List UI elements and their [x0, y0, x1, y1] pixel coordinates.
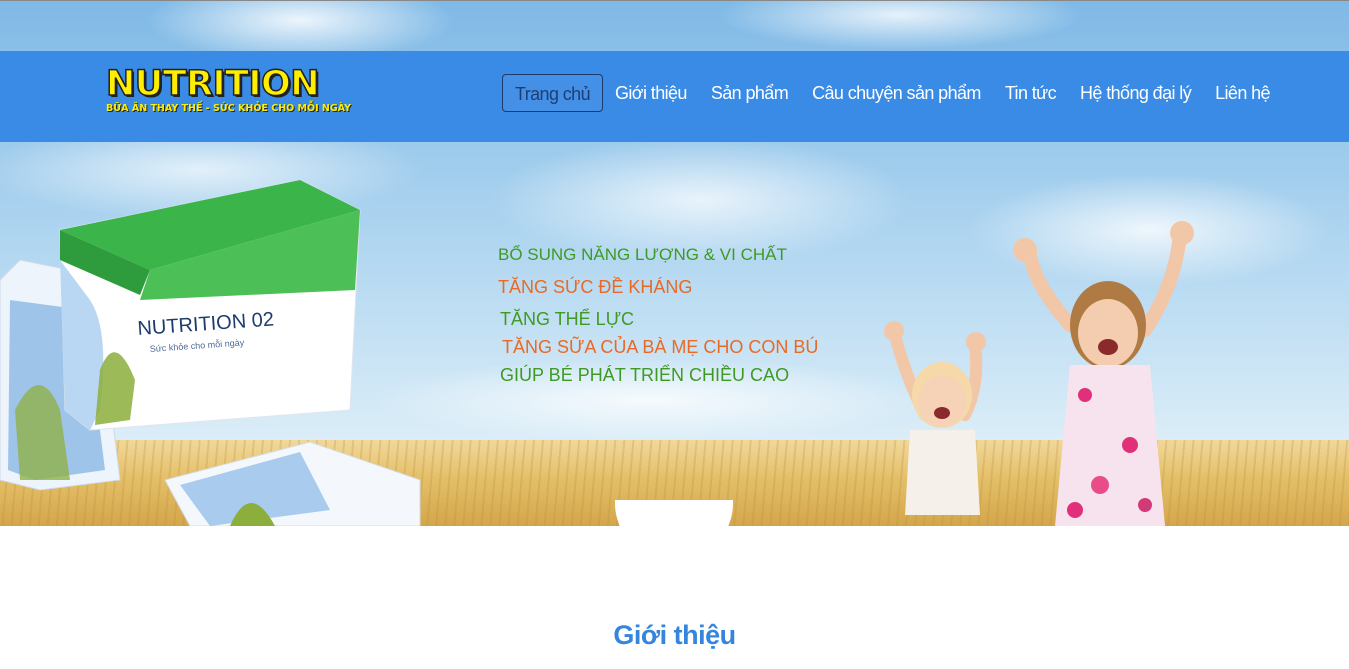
tagline-energy: BỔ SUNG NĂNG LƯỢNG & VI CHẤT — [498, 245, 787, 264]
boy-figure — [884, 321, 986, 515]
product-image: NUTRITION 02 Sức khỏe cho mỗi ngày — [0, 180, 421, 526]
nav-item-news[interactable]: Tin tức — [993, 74, 1068, 112]
chevron-left-icon[interactable]: ‹ — [639, 508, 670, 539]
slider-controls-tab — [615, 500, 733, 562]
girl-figure — [1013, 221, 1194, 526]
tagline-immunity: TĂNG SỨC ĐỀ KHÁNG — [498, 277, 693, 297]
nav-item-about[interactable]: Giới thiệu — [603, 74, 699, 112]
tagline-strength: TĂNG THỂ LỰC — [500, 309, 635, 329]
site-logo[interactable]: NUTRITION BỮA ĂN THAY THẾ - SỨC KHỎE CHO… — [105, 64, 351, 122]
children-photo — [884, 221, 1194, 526]
sachet-bottom — [164, 441, 421, 526]
logo-title: NUTRITION — [105, 64, 320, 104]
tagline-height: GIÚP BÉ PHÁT TRIỂN CHIỀU CAO — [500, 365, 790, 385]
section-title-about: Giới thiệu — [613, 620, 736, 650]
top-border — [0, 0, 1349, 1]
product-box: NUTRITION 02 Sức khỏe cho mỗi ngày — [59, 180, 361, 431]
nav-item-products[interactable]: Sản phẩm — [699, 74, 800, 112]
chevron-right-icon[interactable]: › — [677, 508, 708, 539]
nav-item-agents[interactable]: Hệ thống đại lý — [1068, 74, 1203, 112]
logo-subtitle: BỮA ĂN THAY THẾ - SỨC KHỎE CHO MỖI NGÀY — [106, 103, 351, 114]
main-nav: Trang chủ Giới thiệu Sản phẩm Câu chuyện… — [502, 74, 1282, 112]
site-header: NUTRITION BỮA ĂN THAY THẾ - SỨC KHỎE CHO… — [0, 51, 1349, 142]
nav-item-contact[interactable]: Liên hệ — [1203, 74, 1282, 112]
nav-item-home[interactable]: Trang chủ — [502, 74, 603, 112]
nav-item-product-stories[interactable]: Câu chuyện sản phẩm — [800, 74, 993, 112]
tagline-breastmilk: TĂNG SỮA CỦA BÀ MẸ CHO CON BÚ — [502, 337, 819, 357]
